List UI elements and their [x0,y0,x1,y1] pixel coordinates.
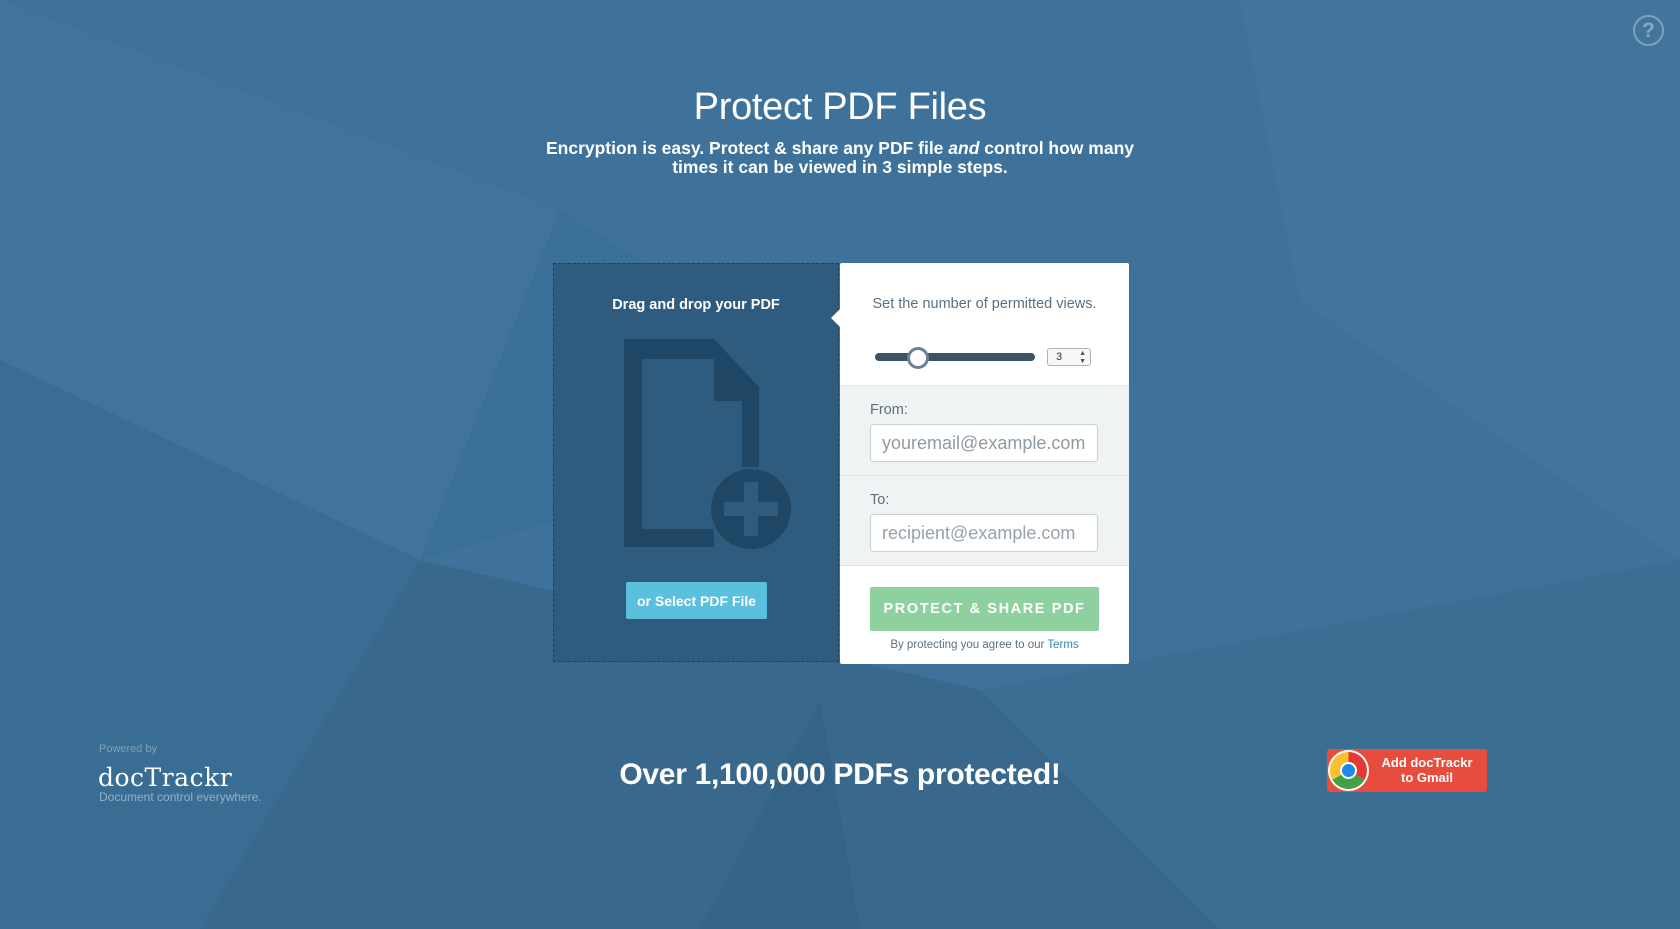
terms-link[interactable]: Terms [1047,639,1078,651]
to-email-field[interactable] [870,514,1098,552]
views-select-value: 3 [1056,351,1063,363]
pdf-drop-zone[interactable]: Drag and drop your PDF or Select PDF Fil… [553,263,839,662]
from-email-field[interactable] [870,424,1098,462]
gmail-button-label: Add docTrackr to Gmail [1371,755,1483,785]
drop-zone-label: Drag and drop your PDF [612,297,780,313]
views-slider-thumb[interactable] [906,347,929,369]
powered-by-label: Powered by [99,743,158,755]
terms-prefix: By protecting you agree to our [890,639,1048,651]
to-label: To: [870,492,890,508]
gmail-label-line1: Add docTrackr [1381,755,1473,770]
brand-tagline: Document control everywhere. [99,790,262,804]
submit-section: PROTECT & SHARE PDF By protecting you ag… [840,565,1129,664]
terms-notice: By protecting you agree to our Terms [840,639,1129,651]
from-section: From: [840,385,1129,476]
subtitle-emphasis: and [948,138,980,158]
select-arrows-icon: ▲ ▼ [1079,350,1086,365]
card-pointer [831,309,840,327]
gmail-label-line2: to Gmail [1400,770,1453,785]
help-icon[interactable]: ? [1633,15,1664,46]
protect-share-button[interactable]: PROTECT & SHARE PDF [870,587,1099,631]
from-label: From: [870,402,908,418]
doctrackr-logo[interactable]: docTrackr [98,763,232,792]
views-section: Set the number of permitted views. 3 ▲ ▼ [840,263,1129,385]
views-select[interactable]: 3 ▲ ▼ [1047,348,1091,366]
add-to-gmail-button[interactable]: Add docTrackr to Gmail [1327,749,1487,792]
protected-counter: Over 1,100,000 PDFs protected! [619,758,1061,791]
page-subtitle: Encryption is easy. Protect & share any … [540,139,1140,177]
protect-form-card: Set the number of permitted views. 3 ▲ ▼ … [831,263,1129,664]
subtitle-text: Encryption is easy. Protect & share any … [545,138,949,158]
page-title: Protect PDF Files [693,86,987,128]
to-section: To: [840,475,1129,566]
chrome-icon [1328,750,1369,791]
views-label: Set the number of permitted views. [872,296,1097,312]
views-slider[interactable] [875,347,1035,369]
select-pdf-button[interactable]: or Select PDF File [626,582,767,619]
pdf-add-icon [624,339,791,549]
